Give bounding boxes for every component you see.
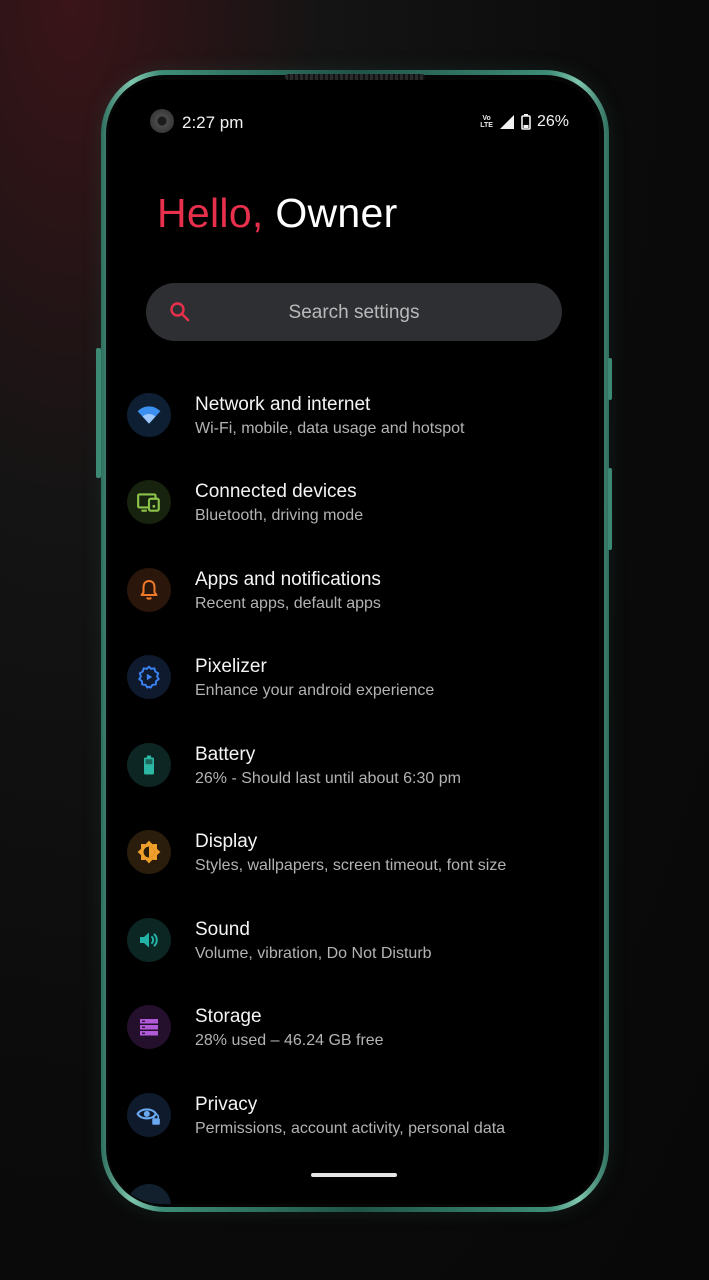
settings-item-connected-devices[interactable]: Connected devices Bluetooth, driving mod… bbox=[109, 472, 599, 552]
power-button bbox=[608, 468, 612, 550]
gesture-home-bar[interactable] bbox=[311, 1173, 397, 1177]
volume-icon bbox=[127, 918, 171, 962]
devices-icon bbox=[127, 480, 171, 524]
settings-item-title: Connected devices bbox=[195, 481, 357, 502]
settings-item-subtitle: Permissions, account activity, personal … bbox=[195, 1120, 506, 1137]
settings-item-subtitle: 28% used – 46.24 GB free bbox=[195, 1032, 384, 1049]
settings-item-subtitle: 26% - Should last until about 6:30 pm bbox=[195, 770, 461, 787]
settings-item-title: Privacy bbox=[195, 1094, 258, 1115]
settings-item-subtitle: Enhance your android experience bbox=[195, 682, 435, 699]
settings-item-privacy[interactable]: Privacy Permissions, account activity, p… bbox=[109, 1085, 599, 1165]
front-camera bbox=[150, 109, 174, 133]
settings-item-title: Network and internet bbox=[195, 394, 371, 415]
bell-icon bbox=[127, 568, 171, 612]
alert-slider bbox=[608, 358, 612, 400]
settings-item-apps-notifications[interactable]: Apps and notifications Recent apps, defa… bbox=[109, 560, 599, 640]
status-time: 2:27 pm bbox=[182, 113, 244, 132]
phone-screen: 2:27 pm Vo LTE 26% Hello, Owner Search se… bbox=[109, 80, 599, 1204]
brightness-icon bbox=[127, 830, 171, 874]
settings-item-title: Storage bbox=[195, 1006, 262, 1027]
privacy-eye-icon bbox=[127, 1093, 171, 1137]
settings-item-title: Pixelizer bbox=[195, 656, 267, 677]
settings-item-subtitle: Volume, vibration, Do Not Disturb bbox=[195, 945, 432, 962]
settings-item-network[interactable]: Network and internet Wi-Fi, mobile, data… bbox=[109, 385, 599, 465]
settings-item-subtitle: Bluetooth, driving mode bbox=[195, 507, 364, 524]
settings-item-storage[interactable]: Storage 28% used – 46.24 GB free bbox=[109, 997, 599, 1077]
greeting-name: Owner bbox=[275, 190, 398, 236]
settings-item-subtitle: Recent apps, default apps bbox=[195, 595, 381, 612]
greeting-hello: Hello, bbox=[157, 190, 264, 236]
signal-icon bbox=[499, 115, 514, 129]
search-settings-bar[interactable]: Search settings bbox=[146, 283, 562, 341]
storage-icon bbox=[127, 1005, 171, 1049]
settings-item-title: Battery bbox=[195, 744, 256, 765]
volte-badge: Vo LTE bbox=[480, 115, 493, 129]
wifi-icon bbox=[127, 393, 171, 437]
search-placeholder: Search settings bbox=[288, 302, 420, 323]
status-icons: Vo LTE 26% bbox=[480, 113, 569, 131]
greeting: Hello, Owner bbox=[157, 190, 398, 237]
settings-item-title: Display bbox=[195, 831, 258, 852]
settings-item-battery[interactable]: Battery 26% - Should last until about 6:… bbox=[109, 735, 599, 815]
settings-item-title: Sound bbox=[195, 919, 250, 940]
side-button-left bbox=[96, 348, 101, 478]
battery-percent: 26% bbox=[536, 113, 569, 130]
settings-item-subtitle: Wi-Fi, mobile, data usage and hotspot bbox=[195, 420, 465, 437]
battery-icon bbox=[127, 743, 171, 787]
settings-item-title: Apps and notifications bbox=[195, 569, 381, 590]
settings-item-pixelizer[interactable]: Pixelizer Enhance your android experienc… bbox=[109, 647, 599, 727]
next-item-icon-partial bbox=[127, 1184, 171, 1204]
battery-status-icon bbox=[521, 114, 531, 130]
settings-item-subtitle: Styles, wallpapers, screen timeout, font… bbox=[195, 857, 507, 874]
settings-item-display[interactable]: Display Styles, wallpapers, screen timeo… bbox=[109, 822, 599, 902]
gear-icon bbox=[127, 655, 171, 699]
settings-item-sound[interactable]: Sound Volume, vibration, Do Not Disturb bbox=[109, 910, 599, 990]
